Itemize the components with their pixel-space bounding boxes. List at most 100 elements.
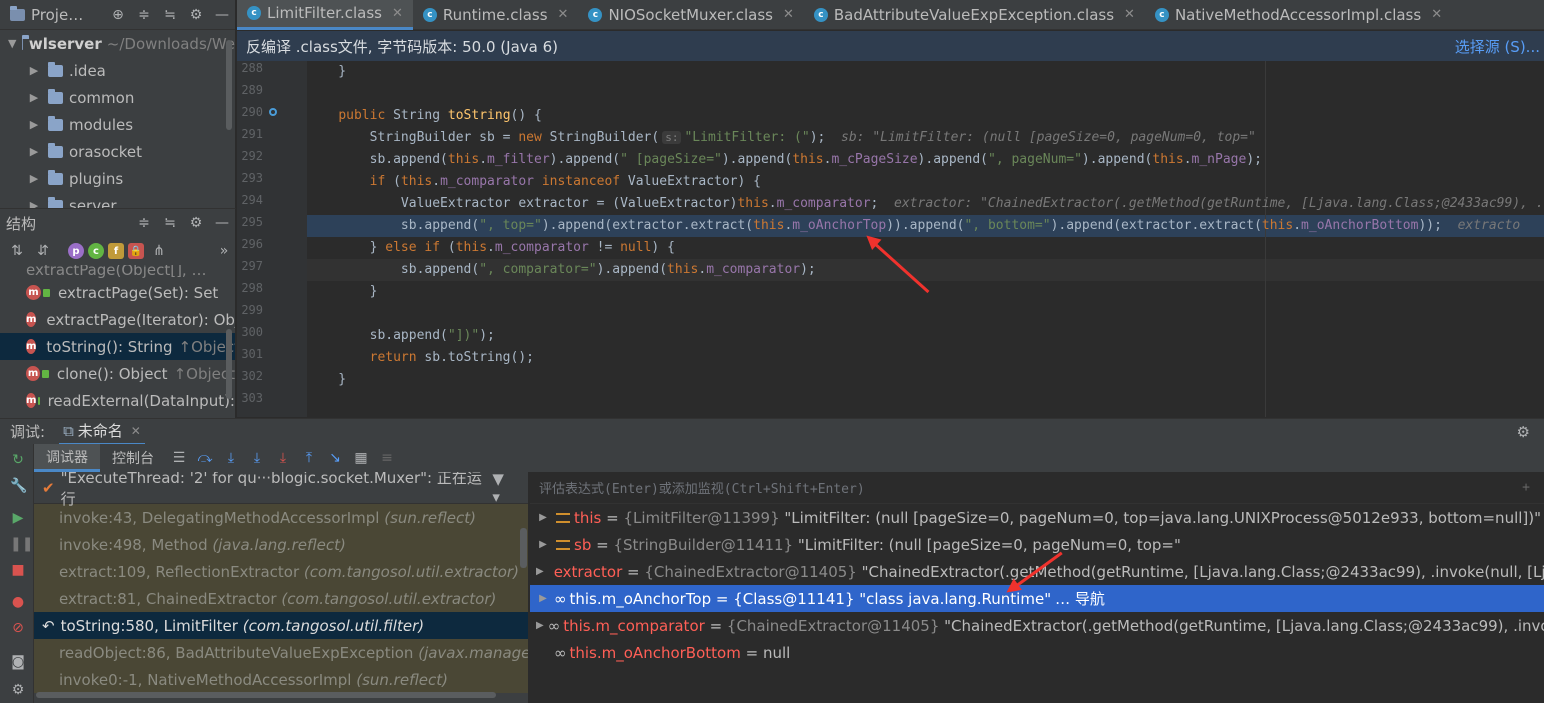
close-icon[interactable]: ✕	[131, 424, 141, 438]
chevron-right-icon[interactable]: ▶	[26, 91, 42, 104]
tab-debugger[interactable]: 调试器	[34, 444, 100, 472]
thread-selector[interactable]: ✔ "ExecuteThread: '2' for qu···blogic.so…	[34, 472, 528, 508]
choose-source-link[interactable]: 选择源 (S)...	[1455, 36, 1540, 57]
navigate-link[interactable]: … 导航	[1055, 588, 1105, 609]
hide-panel-icon[interactable]: —	[209, 215, 235, 231]
structure-item-selected[interactable]: m toString(): String ↑Object	[0, 333, 235, 360]
gear-icon[interactable]: ⚙	[1517, 423, 1530, 441]
filter-icon[interactable]: ▼ ▾	[492, 472, 516, 506]
expand-all-icon[interactable]: ≒	[157, 7, 183, 23]
chevron-right-icon[interactable]: ▶	[536, 566, 544, 577]
tab-badattributevalueexpexception[interactable]: c BadAttributeValueExpException.class ✕	[804, 0, 1145, 30]
show-inherited-icon[interactable]: c	[88, 243, 104, 259]
variable-row[interactable]: ▶ this = {LimitFilter@11399} "LimitFilte…	[530, 504, 1544, 531]
more-icon[interactable]: »	[213, 243, 235, 259]
step-over-icon[interactable]: ⤓	[218, 450, 244, 466]
stop-icon[interactable]: ■	[10, 562, 26, 578]
tree-item-modules[interactable]: ▶ modules	[0, 111, 235, 138]
run-to-cursor-icon[interactable]: ↘	[322, 450, 348, 466]
step-out-icon[interactable]: ⤒	[296, 450, 322, 466]
chevron-down-icon[interactable]: ▼	[8, 37, 16, 50]
tree-item-orasocket[interactable]: ▶ orasocket	[0, 138, 235, 165]
tab-niosocketmuxer[interactable]: c NIOSocketMuxer.class ✕	[578, 0, 803, 30]
tab-console[interactable]: 控制台	[100, 444, 166, 472]
chevron-right-icon[interactable]: ▶	[536, 620, 544, 631]
variable-row[interactable]: ∞ this.m_oAnchorBottom = null	[530, 639, 1544, 666]
close-icon[interactable]: ✕	[783, 7, 794, 22]
tree-item-server[interactable]: ▶ server	[0, 192, 235, 208]
show-execution-point-icon[interactable]: ⤼	[192, 450, 218, 466]
close-icon[interactable]: ✕	[558, 7, 569, 22]
force-step-into-icon[interactable]: ⤓	[270, 450, 296, 466]
hierarchy-icon[interactable]: ⋔	[148, 243, 170, 259]
tree-item-plugins[interactable]: ▶ plugins	[0, 165, 235, 192]
collapse-all-icon[interactable]: ≒	[157, 215, 183, 231]
close-icon[interactable]: ✕	[392, 6, 403, 21]
line-number: 292	[241, 149, 263, 163]
tab-runtime[interactable]: c Runtime.class ✕	[413, 0, 579, 30]
resume-icon[interactable]: ▶	[10, 510, 26, 526]
debug-session-tab[interactable]: ⧉ 未命名 ✕	[59, 419, 145, 445]
add-watch-icon[interactable]: +	[1522, 480, 1530, 495]
structure-scrollbar[interactable]	[226, 329, 232, 399]
step-into-icon[interactable]: ⤓	[244, 450, 270, 466]
tree-item-common[interactable]: ▶ common	[0, 84, 235, 111]
tree-item-idea[interactable]: ▶ .idea	[0, 57, 235, 84]
show-fields-icon[interactable]: f	[108, 243, 124, 259]
stack-frame[interactable]: extract:109, ReflectionExtractor (com.ta…	[34, 558, 528, 585]
tab-limitfilter[interactable]: c LimitFilter.class ✕	[237, 0, 413, 30]
hide-panel-icon[interactable]: —	[209, 7, 235, 23]
show-properties-icon[interactable]: p	[68, 243, 84, 259]
close-icon[interactable]: ✕	[1431, 7, 1442, 22]
sort-alpha-icon[interactable]: ⇵	[32, 243, 54, 259]
structure-item[interactable]: m extractPage(Set): Set	[0, 279, 235, 306]
chevron-right-icon[interactable]: ▶	[26, 199, 42, 208]
chevron-right-icon[interactable]: ▶	[26, 172, 42, 185]
frames-h-scrollbar[interactable]	[36, 692, 496, 698]
settings-icon[interactable]: ⚙	[10, 682, 26, 698]
tab-nativemethodaccessorimpl[interactable]: c NativeMethodAccessorImpl.class ✕	[1145, 0, 1452, 30]
stack-frame[interactable]: invoke0:-1, NativeMethodAccessorImpl (su…	[34, 666, 528, 693]
stack-frame[interactable]: readObject:86, BadAttributeValueExpExcep…	[34, 639, 528, 666]
structure-item[interactable]: m extractPage(Iterator): Obj	[0, 306, 235, 333]
expand-all-icon[interactable]: ≑	[131, 215, 157, 231]
override-marker-icon[interactable]	[269, 108, 277, 116]
chevron-right-icon[interactable]: ▶	[536, 539, 550, 550]
sort-visibility-icon[interactable]: ⇅	[6, 243, 28, 259]
gear-icon[interactable]: ⚙	[183, 215, 209, 231]
chevron-right-icon[interactable]: ▶	[26, 118, 42, 131]
camera-icon[interactable]: ◙	[10, 654, 26, 670]
evaluate-expression-input[interactable]: 评估表达式(Enter)或添加监视(Ctrl+Shift+Enter) +	[530, 472, 1544, 504]
project-panel-title[interactable]: Proje…	[31, 6, 83, 24]
project-scrollbar[interactable]	[226, 40, 232, 130]
gear-icon[interactable]: ⚙	[183, 7, 209, 23]
close-icon[interactable]: ✕	[1124, 7, 1135, 22]
chevron-right-icon[interactable]: ▶	[26, 145, 42, 158]
chevron-right-icon[interactable]: ▶	[536, 512, 550, 523]
structure-item[interactable]: m readExternal(DataInput):	[0, 387, 235, 414]
trace-icon[interactable]: ≡	[374, 450, 400, 466]
stack-frame[interactable]: invoke:43, DelegatingMethodAccessorImpl …	[34, 504, 528, 531]
locate-icon[interactable]: ⊕	[105, 7, 131, 23]
stack-frame[interactable]: extract:81, ChainedExtractor (com.tangos…	[34, 585, 528, 612]
code-editor[interactable]: } public String toString() { StringBuild…	[307, 61, 1544, 417]
structure-item[interactable]: m clone(): Object ↑Object	[0, 360, 235, 387]
collapse-all-icon[interactable]: ≑	[131, 7, 157, 23]
chevron-right-icon[interactable]: ▶	[536, 593, 550, 604]
frames-scrollbar[interactable]	[520, 528, 527, 568]
wrench-icon[interactable]: 🔧	[10, 478, 27, 494]
stack-frame-selected[interactable]: ↶ toString:580, LimitFilter (com.tangosol…	[34, 612, 528, 639]
view-breakpoints-icon[interactable]: ●	[10, 594, 26, 610]
rerun-icon[interactable]: ↻	[10, 452, 26, 468]
menu-icon[interactable]: ☰	[166, 450, 192, 466]
pause-icon[interactable]: ❚❚	[10, 536, 33, 552]
evaluate-icon[interactable]: ▦	[348, 450, 374, 466]
variable-row[interactable]: ▶ ∞ this.m_comparator = {ChainedExtractor…	[530, 612, 1544, 639]
tree-item-root[interactable]: ▼ wlserver ~/Downloads/We	[0, 30, 235, 57]
stack-frame[interactable]: invoke:498, Method (java.lang.reflect)	[34, 531, 528, 558]
chevron-right-icon[interactable]: ▶	[26, 64, 42, 77]
variable-row[interactable]: ▶ sb = {StringBuilder@11411} "LimitFilte…	[530, 531, 1544, 558]
mute-breakpoints-icon[interactable]: ⊘	[10, 620, 26, 636]
variable-row-selected[interactable]: ▶ ∞ this.m_oAnchorTop = {Class@11141} "cl…	[530, 585, 1544, 612]
show-non-public-icon[interactable]: 🔒	[128, 243, 144, 259]
